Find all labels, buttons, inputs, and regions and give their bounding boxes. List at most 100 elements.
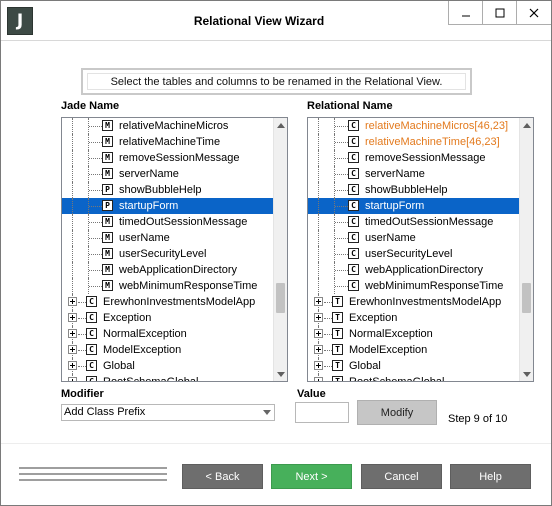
tree-row[interactable]: CserverName [308, 166, 520, 182]
tree-connector [335, 222, 348, 223]
relational-tree-scrollbar[interactable] [519, 118, 533, 381]
tree-connector [72, 214, 73, 230]
relational-name-tree[interactable]: CrelativeMachineMicros[46,23] CrelativeMa… [307, 117, 534, 382]
expand-icon[interactable] [314, 329, 323, 338]
tree-row[interactable]: MtimedOutSessionMessage [62, 214, 274, 230]
tree-row[interactable]: C Exception [62, 310, 274, 326]
expand-icon[interactable] [314, 297, 323, 306]
tree-connector [324, 350, 332, 351]
tree-row[interactable]: CstartupForm [308, 198, 520, 214]
tree-row-label: userSecurityLevel [119, 248, 207, 260]
node-type-icon: M [102, 232, 113, 243]
expand-icon[interactable] [314, 313, 323, 322]
wizard-window: J Relational View Wizard Select the tabl… [0, 0, 552, 506]
tree-row[interactable]: PstartupForm [62, 198, 274, 214]
chevron-down-icon [263, 410, 271, 415]
tree-row[interactable]: CuserSecurityLevel [308, 246, 520, 262]
tree-row[interactable]: MrelativeMachineTime [62, 134, 274, 150]
tree-row[interactable]: T Exception [308, 310, 520, 326]
tree-row[interactable]: CrelativeMachineMicros[46,23] [308, 118, 520, 134]
tree-row-label: NormalException [349, 328, 433, 340]
modify-button[interactable]: Modify [357, 400, 437, 425]
tree-connector [78, 302, 86, 303]
node-type-icon: C [86, 360, 97, 371]
tree-row[interactable]: MwebApplicationDirectory [62, 262, 274, 278]
expand-icon[interactable] [314, 361, 323, 370]
tree-row-label: userName [365, 232, 416, 244]
scroll-up-icon[interactable] [520, 118, 533, 132]
tree-row[interactable]: MuserName [62, 230, 274, 246]
tree-row[interactable]: T RootSchemaGlobal [308, 374, 520, 381]
tree-row[interactable]: CshowBubbleHelp [308, 182, 520, 198]
scroll-up-icon[interactable] [274, 118, 287, 132]
back-button[interactable]: < Back [182, 464, 263, 489]
tree-row[interactable]: MserverName [62, 166, 274, 182]
expand-icon[interactable] [68, 361, 77, 370]
node-type-icon: C [86, 328, 97, 339]
help-button[interactable]: Help [450, 464, 531, 489]
tree-row[interactable]: MwebMinimumResponseTime [62, 278, 274, 294]
tree-row[interactable]: C ErewhonInvestmentsModelApp [62, 294, 274, 310]
tree-row[interactable]: C ModelException [62, 342, 274, 358]
expand-icon[interactable] [68, 329, 77, 338]
tree-row[interactable]: CwebMinimumResponseTime [308, 278, 520, 294]
minimize-button[interactable] [449, 1, 483, 24]
next-button[interactable]: Next > [271, 464, 352, 489]
scroll-down-icon[interactable] [274, 367, 287, 381]
tree-connector [89, 270, 102, 271]
node-type-icon: M [102, 152, 113, 163]
expand-icon[interactable] [314, 345, 323, 354]
expand-icon[interactable] [68, 377, 77, 381]
tree-row[interactable]: C RootSchemaGlobal [62, 374, 274, 382]
modifier-dropdown[interactable]: Add Class Prefix [61, 404, 275, 421]
tree-connector [335, 190, 348, 191]
tree-row[interactable]: C NormalException [62, 326, 274, 342]
tree-row[interactable]: T Global [308, 358, 520, 374]
tree-connector [72, 182, 73, 198]
tree-connector [324, 302, 332, 303]
tree-row[interactable]: CwebApplicationDirectory [308, 262, 520, 278]
tree-row[interactable]: MremoveSessionMessage [62, 150, 274, 166]
expand-icon[interactable] [314, 377, 323, 381]
node-type-icon: T [332, 344, 343, 355]
tree-row-label: userName [119, 232, 170, 244]
tree-row[interactable]: PshowBubbleHelp [62, 182, 274, 198]
tree-connector [72, 166, 73, 182]
tree-connector [335, 142, 348, 143]
tree-row-label: Exception [103, 312, 152, 324]
tree-row[interactable]: CrelativeMachineTime[46,23] [308, 134, 520, 150]
tree-row[interactable]: MrelativeMachineMicros [62, 118, 274, 134]
tree-connector [89, 190, 102, 191]
tree-row-label: webApplicationDirectory [365, 264, 483, 276]
tree-row[interactable]: CtimedOutSessionMessage [308, 214, 520, 230]
tree-row[interactable]: CremoveSessionMessage [308, 150, 520, 166]
tree-row[interactable]: T NormalException [308, 326, 520, 342]
tree-row-label: RootSchemaGlobal [103, 376, 199, 382]
node-type-icon: C [348, 232, 359, 243]
node-type-icon: C [348, 120, 359, 131]
expand-icon[interactable] [68, 313, 77, 322]
tree-connector [78, 366, 86, 367]
tree-row[interactable]: C Global [62, 358, 274, 374]
tree-connector [324, 334, 332, 335]
tree-connector [89, 174, 102, 175]
tree-row[interactable]: CuserName [308, 230, 520, 246]
expand-icon[interactable] [68, 297, 77, 306]
tree-connector [335, 126, 348, 127]
tree-row[interactable]: T ErewhonInvestmentsModelApp [308, 294, 520, 310]
maximize-button[interactable] [483, 1, 517, 24]
node-type-icon: C [348, 168, 359, 179]
expand-icon[interactable] [68, 345, 77, 354]
jade-name-tree[interactable]: MrelativeMachineMicros MrelativeMachineTi… [61, 117, 288, 382]
node-type-icon: T [332, 376, 343, 381]
close-button[interactable] [517, 1, 551, 24]
scroll-thumb[interactable] [522, 283, 531, 313]
jade-tree-scrollbar[interactable] [273, 118, 287, 381]
node-type-icon: P [102, 184, 113, 195]
tree-row[interactable]: MuserSecurityLevel [62, 246, 274, 262]
tree-row[interactable]: T ModelException [308, 342, 520, 358]
scroll-thumb[interactable] [276, 283, 285, 313]
value-input[interactable] [295, 402, 349, 423]
scroll-down-icon[interactable] [520, 367, 533, 381]
cancel-button[interactable]: Cancel [361, 464, 442, 489]
